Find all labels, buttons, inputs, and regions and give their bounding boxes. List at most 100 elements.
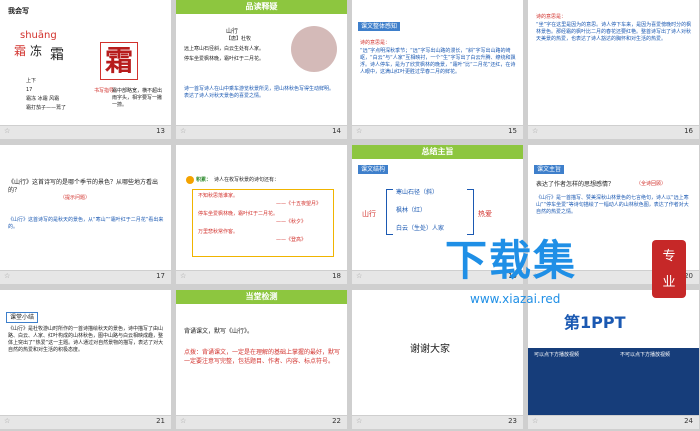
star-icon: ☆ <box>356 272 363 280</box>
verse-1-src: ——《十五夜望月》 <box>276 201 322 207</box>
bracket-right <box>467 189 474 235</box>
meaning-text: “坐”字在这里是因为的意思。诗人停下车来，是因为喜爱傍晚时分的枫林景色。那经霜的… <box>536 22 692 42</box>
slide-21[interactable]: 课堂小结 《山行》是杜牧游山时所作的一首诗描绘秋天的景色，诗中描写了由山路、白云… <box>0 290 171 429</box>
verse-3-src: ——《登高》 <box>276 237 307 243</box>
poem-author: 【唐】杜牧 <box>226 36 252 42</box>
slide-13[interactable]: 我会写 shuāng 霜 冻 霜 霜 上下 17 霜冻 冰霜 风霜 霜打茄子——… <box>0 0 171 139</box>
slide-number: 14 <box>332 127 341 135</box>
star-icon: ☆ <box>180 127 187 135</box>
promo-right: 不可以点下方播放视频 <box>620 352 671 358</box>
promo-left: 可以点下方播放视频 <box>534 352 580 358</box>
question-hint: （全诗回顾） <box>636 181 667 187</box>
slide-title: 课文整体感知 <box>358 22 401 31</box>
slide-15[interactable]: 课文整体感知 诗的意思是： “远”字点明深秋季节；“远”字写出山路的漫长，“斜”… <box>352 0 523 139</box>
slide-footer: ☆ 14 <box>176 125 347 139</box>
char-1: 霜 <box>14 44 27 58</box>
branch-2: 枫林（红） <box>396 207 427 214</box>
poem-line-1: 远上寒山石径斜，白云生处有人家。 <box>184 46 265 52</box>
sentence: 霜打茄子——蔫了 <box>26 105 67 111</box>
task-text: 点拨：背诵课文，一定是在理解的基础上掌握的最好，默写一定要注意写完整，包括题目、… <box>184 349 341 365</box>
slide-footer: ☆ 21 <box>0 415 171 429</box>
writing-tip: 霜中部略宽，横不超出雨字头，相字要写一撇一捺。 <box>112 88 163 108</box>
accumulate-label: 积累： <box>196 177 212 183</box>
star-icon: ☆ <box>4 127 11 135</box>
slide-24[interactable]: 第1PPT 可以点下方播放视频 不可以点下方播放视频 ☆ 24 <box>528 290 699 429</box>
big-character-text: 霜 <box>104 44 133 77</box>
slide-header: 当堂检测 <box>176 290 347 304</box>
result: 热爱 <box>478 210 492 218</box>
slide-header: 品读释疑 <box>176 0 347 14</box>
question-hint: （提示问题） <box>60 195 91 201</box>
star-icon: ☆ <box>4 272 11 280</box>
question: 表达了作者怎样的思想感情？ <box>536 181 615 188</box>
meaning-label: 诗的意思是： <box>536 14 567 20</box>
watermark-side: 专业 <box>652 240 686 298</box>
poem-title: 山行 <box>226 28 239 35</box>
star-icon: ☆ <box>356 417 363 425</box>
meaning-text: “远”字点明深秋季节；“远”字写出山路的漫长，“斜”字写出山路的崎岖，“白云”与… <box>360 48 516 75</box>
slide-23[interactable]: 谢谢大家 ☆ 23 <box>352 290 523 429</box>
star-icon: ☆ <box>180 417 187 425</box>
slide-title: 课文主旨 <box>534 165 565 174</box>
star-icon: ☆ <box>532 127 539 135</box>
strokes: 17 <box>26 87 33 93</box>
slide-footer: ☆ 16 <box>528 125 699 139</box>
meaning-label: 诗的意思是： <box>360 40 391 46</box>
poem-note: 诗一首写诗人在山中乘车游览秋景所见，把山林秋色写得生动鲜明。表达了诗人对秋天景色… <box>184 86 335 99</box>
slide-22[interactable]: 当堂检测 背诵课文，默写《山行》。 点拨：背诵课文，一定是在理解的基础上掌握的最… <box>176 290 347 429</box>
flower-icon <box>186 176 194 184</box>
verse-2-src: ——《秋夕》 <box>276 219 307 225</box>
slide-17[interactable]: 《山行》这首诗写的是哪个季节的景色？从哪些地方看出的？ （提示问题） 《山行》这… <box>0 145 171 284</box>
poem-line-2: 停车坐爱枫林晚，霜叶红于二月花。 <box>184 56 265 62</box>
slide-footer: ☆ 22 <box>176 415 347 429</box>
accumulate-title: 诗人在枚写秋景的诗句还有： <box>214 177 280 183</box>
slide-footer: ☆ 23 <box>352 415 523 429</box>
slide-number: 21 <box>156 417 165 425</box>
watermark-main: 下载集 <box>445 236 578 285</box>
slide-header: 总结主旨 <box>352 145 523 159</box>
watermark-url: www.xiazai.red <box>470 292 561 306</box>
slide-footer: ☆ 24 <box>528 415 699 429</box>
thanks-text: 谢谢大家 <box>410 344 450 355</box>
slide-16[interactable]: 诗的意思是： “坐”字在这里是因为的意思。诗人停下车来，是因为喜爱傍晚时分的枫林… <box>528 0 699 139</box>
verse-3: 万里悲秋常作客。 <box>198 229 239 235</box>
slide-title: 我会写 <box>8 7 29 15</box>
slide-number: 24 <box>684 417 693 425</box>
big-character: 霜 <box>100 42 138 80</box>
slide-number: 13 <box>156 127 165 135</box>
bracket <box>386 189 393 235</box>
slide-number: 15 <box>508 127 517 135</box>
slide-number: 16 <box>684 127 693 135</box>
pinyin: shuāng <box>20 30 57 41</box>
words: 霜冻 冰霜 风霜 <box>26 96 60 102</box>
slide-number: 18 <box>332 272 341 280</box>
task-title: 背诵课文，默写《山行》。 <box>184 328 254 335</box>
brand-logo: 第1PPT <box>564 313 626 332</box>
lead: 山行 <box>362 210 376 218</box>
question: 《山行》这首诗写的是哪个季节的景色？从哪些地方看出的？ <box>8 179 159 194</box>
slide-footer: ☆ 18 <box>176 270 347 284</box>
star-icon: ☆ <box>356 127 363 135</box>
star-icon: ☆ <box>4 417 11 425</box>
watermark-side-text: 专业 <box>662 249 676 290</box>
slide-title: 课文结构 <box>358 165 389 174</box>
slide-title: 课堂小结 <box>6 312 39 323</box>
slide-number: 23 <box>508 417 517 425</box>
slide-14[interactable]: 品读释疑 山行 【唐】杜牧 远上寒山石径斜，白云生处有人家。 停车坐爱枫林晚，霜… <box>176 0 347 139</box>
star-icon: ☆ <box>180 272 187 280</box>
branch-3: 白云（生处）人家 <box>396 225 445 232</box>
slide-number: 22 <box>332 417 341 425</box>
theme-text: 《山行》是一首描写、赞美深秋山林景色的七言绝句，诗人以“远上寒山”“停车坐爱”等… <box>536 195 689 215</box>
summary-text: 《山行》是杜牧游山时所作的一首诗描绘秋天的景色，诗中描写了由山路、白云、人家、红… <box>8 326 164 353</box>
slide-footer: ☆ 13 <box>0 125 171 139</box>
char-3: 霜 <box>50 47 64 63</box>
branch-1: 寒山石径（斜） <box>396 189 439 196</box>
star-icon: ☆ <box>532 417 539 425</box>
char-2: 冻 <box>30 44 43 58</box>
slide-18[interactable]: 积累： 诗人在枚写秋景的诗句还有： 不知秋思落谁家。 ——《十五夜望月》 停车坐… <box>176 145 347 284</box>
structure: 上下 <box>26 78 37 84</box>
tree-illustration <box>291 26 337 72</box>
slide-footer: ☆ 15 <box>352 125 523 139</box>
slide-number: 17 <box>156 272 165 280</box>
slide-footer: ☆ 17 <box>0 270 171 284</box>
